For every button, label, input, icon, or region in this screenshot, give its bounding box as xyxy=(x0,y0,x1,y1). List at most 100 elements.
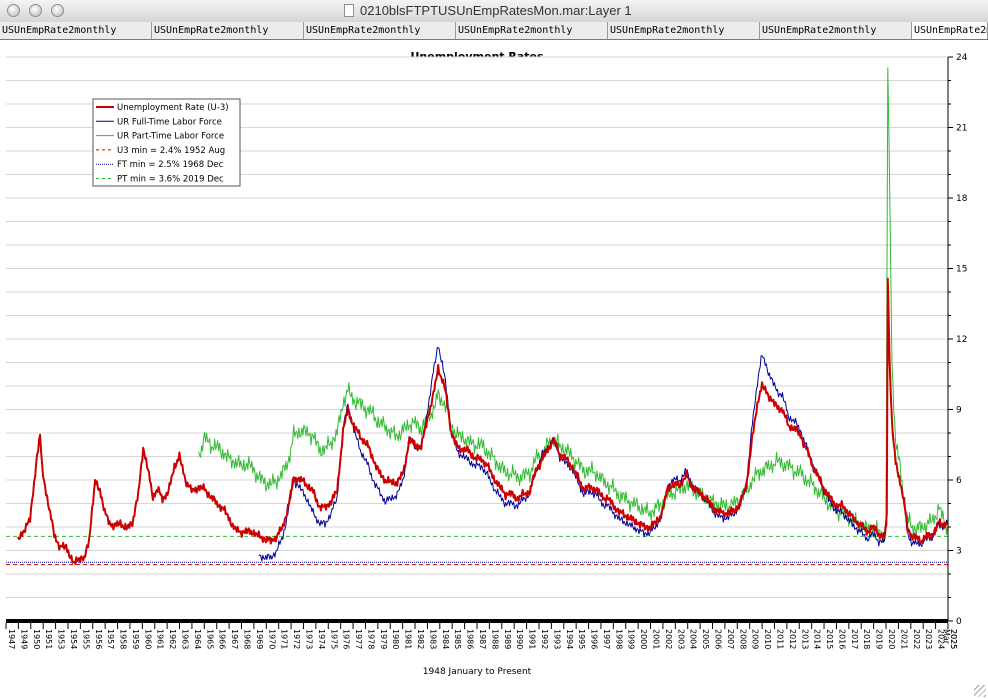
x-tick-label: 1953 xyxy=(57,629,66,649)
close-window-icon[interactable] xyxy=(7,4,20,17)
layer-tab[interactable]: USUnEmpRate2monthly xyxy=(456,22,608,39)
x-tick-label: 2014 xyxy=(813,629,822,649)
resize-grip-icon[interactable] xyxy=(974,685,986,697)
x-tick-label: 1961 xyxy=(156,629,165,649)
y-tick-label: 21 xyxy=(956,124,967,134)
x-tick-label: 1977 xyxy=(354,629,363,649)
x-tick-label: 1956 xyxy=(94,629,103,649)
y-axis: 0 3 6 9 12 15 18 21 24 xyxy=(947,53,968,627)
x-tick-label: 2021 xyxy=(899,629,908,649)
y-tick-label: 24 xyxy=(956,53,968,63)
legend-label: PT min = 3.6% 2019 Dec xyxy=(117,175,224,185)
x-tick-label: 2002 xyxy=(664,629,673,649)
zoom-window-icon[interactable] xyxy=(51,4,64,17)
window-titlebar: 0210blsFTPTUSUnEmpRatesMon.mar:Layer 1 xyxy=(0,0,988,23)
minimize-window-icon[interactable] xyxy=(29,4,42,17)
x-tick-label: 1959 xyxy=(131,629,140,649)
x-tick-label: 1951 xyxy=(44,629,53,649)
x-tick-label: 1989 xyxy=(503,629,512,649)
x-tick-label: 1972 xyxy=(292,629,301,649)
x-tick-label: 2013 xyxy=(800,629,809,649)
x-tick-label: 2004 xyxy=(689,629,698,649)
legend-label: UR Part-Time Labor Force xyxy=(117,132,224,142)
x-tick-label: 1949 xyxy=(19,629,28,649)
y-tick-label: 15 xyxy=(956,265,967,275)
x-tick-label: 1965 xyxy=(205,629,214,649)
x-tick-label: 1958 xyxy=(119,629,128,649)
x-tick-label: 2019 xyxy=(875,629,884,649)
x-tick-label: 1960 xyxy=(143,629,152,649)
x-tick-label: 2003 xyxy=(676,629,685,649)
x-tick-label: 2022 xyxy=(912,629,921,649)
x-tick-label: 2017 xyxy=(850,629,859,649)
layer-tab[interactable]: USUnEmpRate2monthly xyxy=(0,22,152,39)
layer-tab[interactable]: USUnEmpRate2monthly xyxy=(304,22,456,39)
x-tick-label: 1984 xyxy=(441,629,450,649)
x-tick-label: 2009 xyxy=(751,629,760,649)
y-tick-label: 0 xyxy=(956,617,962,627)
x-tick-label: 1954 xyxy=(69,629,78,649)
y-tick-label: 3 xyxy=(956,547,962,557)
x-tick-label: 1992 xyxy=(540,629,549,649)
legend: Unemployment Rate (U-3) UR Full-Time Labo… xyxy=(92,98,241,187)
layer-tab-selected[interactable]: USUnEmpRate2monthly xyxy=(912,22,988,39)
legend-label: Unemployment Rate (U-3) xyxy=(117,103,229,113)
x-tick-label: 1982 xyxy=(416,629,425,649)
layer-tab-bar: USUnEmpRate2monthly USUnEmpRate2monthly … xyxy=(0,22,988,40)
x-tick-label: 1991 xyxy=(528,629,537,649)
legend-label: U3 min = 2.4% 1952 Aug xyxy=(117,146,225,156)
x-tick-label: 1975 xyxy=(329,629,338,649)
x-tick-label: 1962 xyxy=(168,629,177,649)
x-tick-label: 1995 xyxy=(577,629,586,649)
x-tick-label: 2023 xyxy=(924,629,933,649)
x-axis-line xyxy=(6,619,948,623)
x-tick-label: 2001 xyxy=(652,629,661,649)
document-icon xyxy=(344,4,354,17)
x-tick-label: 1999 xyxy=(627,629,636,649)
x-tick-label: 1993 xyxy=(552,629,561,649)
x-tick-label: 1990 xyxy=(515,629,524,649)
x-tick-label: 1967 xyxy=(230,629,239,649)
x-tick-label: 1988 xyxy=(490,629,499,649)
x-tick-label: 1998 xyxy=(614,629,623,649)
x-tick-label: 2007 xyxy=(726,629,735,649)
x-tick-label: 1997 xyxy=(602,629,611,649)
x-tick-label: 1964 xyxy=(193,629,202,649)
legend-label: FT min = 2.5% 1968 Dec xyxy=(117,160,224,170)
x-tick-label: 2005 xyxy=(701,629,710,649)
window-title: 0210blsFTPTUSUnEmpRatesMon.mar:Layer 1 xyxy=(360,3,632,18)
x-tick-label: 2020 xyxy=(887,629,896,649)
y-tick-label: 9 xyxy=(956,406,962,416)
x-tick-label: 1971 xyxy=(280,629,289,649)
legend-label: UR Full-Time Labor Force xyxy=(117,117,222,127)
x-tick-label: 2011 xyxy=(775,629,784,649)
x-tick-label: 1957 xyxy=(106,629,115,649)
x-tick-label: 1986 xyxy=(466,629,475,649)
x-tick-label: 1976 xyxy=(342,629,351,649)
y-tick-label: 6 xyxy=(956,476,962,486)
x-tick-label: 1950 xyxy=(32,629,41,649)
x-tick-label: 1968 xyxy=(243,629,252,649)
x-tick-label: 1955 xyxy=(81,629,90,649)
x-tick-label: 2015 xyxy=(825,629,834,649)
x-tick-label: 1979 xyxy=(379,629,388,649)
x-tick-label: 1994 xyxy=(565,629,574,649)
y-tick-label: 18 xyxy=(956,194,968,204)
x-tick-label: 2018 xyxy=(862,629,871,649)
x-axis: 1947 1949 1950 1951 1953 1954 1955 1956 1957 1958… xyxy=(5,619,958,649)
x-tick-label: 1947 xyxy=(7,629,16,649)
x-tick-label: 1974 xyxy=(317,629,326,649)
x-tick-label: 1963 xyxy=(181,629,190,649)
x-tick-label: 2012 xyxy=(788,629,797,649)
x-tick-label: 2010 xyxy=(763,629,772,649)
x-tick-label: 2006 xyxy=(714,629,723,649)
x-tick-label: 2000 xyxy=(639,629,648,649)
x-tick-label: 1978 xyxy=(366,629,375,649)
x-tick-label: 1973 xyxy=(304,629,313,649)
layer-tab[interactable]: USUnEmpRate2monthly xyxy=(760,22,912,39)
x-tick-label: 1981 xyxy=(404,629,413,649)
x-tick-label: 1969 xyxy=(255,629,264,649)
layer-tab[interactable]: USUnEmpRate2monthly xyxy=(152,22,304,39)
layer-tab[interactable]: USUnEmpRate2monthly xyxy=(608,22,760,39)
unemployment-chart: Unemployment Rates 03691215182124 194719… xyxy=(5,50,968,677)
